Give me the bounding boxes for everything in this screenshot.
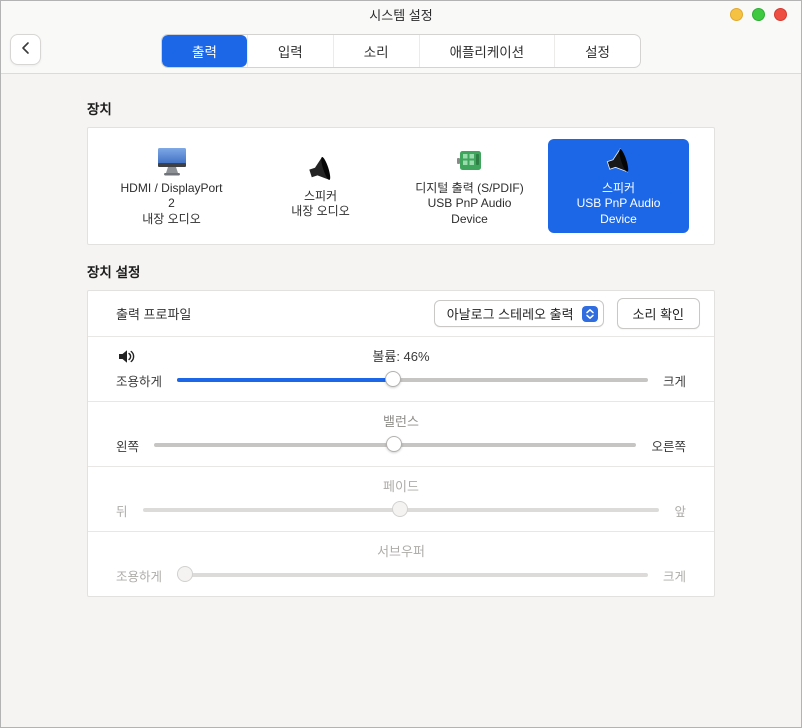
speaker-icon — [306, 153, 336, 187]
device-card-spdif[interactable]: 디지털 출력 (S/PDIF) USB PnP Audio Device — [399, 139, 540, 233]
subwoofer-title-line: 서브우퍼 — [116, 541, 686, 562]
speaker-icon — [604, 145, 634, 179]
device-label-line: 내장 오디오 — [291, 204, 350, 220]
tab-applications[interactable]: 애플리케이션 — [419, 35, 555, 67]
device-label-line: USB PnP Audio — [577, 196, 661, 212]
tab-settings[interactable]: 설정 — [554, 35, 640, 67]
device-label-line: Device — [451, 212, 488, 228]
devices-heading: 장치 — [87, 98, 715, 118]
tab-output[interactable]: 출력 — [162, 35, 247, 67]
fade-title-line: 페이드 — [116, 476, 686, 497]
subwoofer-max-label: 크게 — [663, 566, 686, 585]
balance-slider-line: 왼쪽 오른쪽 — [116, 435, 686, 455]
digital-output-icon — [455, 145, 485, 179]
tab-group: 출력 입력 소리 애플리케이션 설정 — [161, 34, 641, 68]
subwoofer-min-label: 조용하게 — [116, 566, 162, 585]
slider-track — [177, 573, 648, 577]
balance-left-label: 왼쪽 — [116, 436, 139, 455]
device-label-line: 2 — [168, 196, 175, 212]
dropdown-selected-value: 아날로그 스테레오 출력 — [447, 304, 574, 323]
system-settings-window: 시스템 설정 출력 입력 소리 애플리케이션 설정 장치 — [0, 0, 802, 728]
subwoofer-title: 서브우퍼 — [377, 544, 425, 559]
monitor-icon — [154, 145, 190, 179]
slider-thumb[interactable] — [385, 371, 401, 387]
device-label-line: Device — [600, 212, 637, 228]
device-label-line: 스피커 — [304, 189, 337, 205]
fade-back-label: 뒤 — [116, 501, 128, 520]
maximize-button[interactable] — [752, 8, 765, 21]
fade-title: 페이드 — [383, 479, 419, 494]
back-button[interactable] — [10, 34, 41, 65]
device-label-line: 스피커 — [602, 181, 635, 197]
volume-slider[interactable] — [177, 370, 648, 390]
volume-title: 볼륨: 46% — [372, 349, 429, 364]
subwoofer-slider-line: 조용하게 크게 — [116, 565, 686, 585]
volume-row: 볼륨: 46% 조용하게 크게 — [88, 337, 714, 402]
tab-bar: 출력 입력 소리 애플리케이션 설정 — [1, 28, 801, 73]
device-card-hdmi[interactable]: HDMI / DisplayPort 2 내장 오디오 — [101, 139, 242, 233]
titlebar: 시스템 설정 — [1, 1, 801, 28]
slider-thumb[interactable] — [386, 436, 402, 452]
chevron-left-icon — [19, 41, 33, 58]
volume-min-label: 조용하게 — [116, 371, 162, 390]
fade-slider-line: 뒤 앞 — [116, 500, 686, 520]
device-label-line: HDMI / DisplayPort — [120, 181, 222, 197]
device-label-line: 디지털 출력 (S/PDIF) — [415, 181, 524, 197]
close-button[interactable] — [774, 8, 787, 21]
device-label-line: 내장 오디오 — [142, 212, 201, 228]
device-card-speaker-internal[interactable]: 스피커 내장 오디오 — [250, 139, 391, 233]
device-label-line: USB PnP Audio — [428, 196, 512, 212]
output-profile-row: 출력 프로파일 아날로그 스테레오 출력 소리 확인 — [88, 291, 714, 337]
main-content: 장치 HDMI / DisplayPort 2 내장 오디 — [1, 74, 801, 597]
minimize-button[interactable] — [730, 8, 743, 21]
test-sound-button[interactable]: 소리 확인 — [617, 298, 700, 329]
volume-title-line: 볼륨: 46% — [116, 346, 686, 367]
window-header: 시스템 설정 출력 입력 소리 애플리케이션 설정 — [1, 1, 801, 74]
window-title: 시스템 설정 — [369, 5, 432, 24]
fade-row: 페이드 뒤 앞 — [88, 467, 714, 532]
devices-panel: HDMI / DisplayPort 2 내장 오디오 스피커 내장 오디오 — [87, 127, 715, 245]
subwoofer-row: 서브우퍼 조용하게 크게 — [88, 532, 714, 596]
output-profile-dropdown[interactable]: 아날로그 스테레오 출력 — [434, 300, 604, 327]
balance-right-label: 오른쪽 — [651, 436, 686, 455]
tab-input[interactable]: 입력 — [247, 35, 333, 67]
balance-row: 밸런스 왼쪽 오른쪽 — [88, 402, 714, 467]
fade-front-label: 앞 — [674, 501, 686, 520]
device-settings-panel: 출력 프로파일 아날로그 스테레오 출력 소리 확인 — [87, 290, 715, 597]
slider-thumb — [177, 566, 193, 582]
volume-max-label: 크게 — [663, 371, 686, 390]
slider-thumb — [392, 501, 408, 517]
volume-slider-line: 조용하게 크게 — [116, 370, 686, 390]
device-settings-heading: 장치 설정 — [87, 261, 715, 281]
slider-fill — [177, 378, 394, 382]
tab-sound[interactable]: 소리 — [333, 35, 419, 67]
balance-title: 밸런스 — [383, 414, 419, 429]
chevron-updown-icon — [582, 306, 598, 322]
volume-icon — [118, 349, 136, 370]
traffic-lights — [730, 8, 787, 21]
device-card-usb-speaker[interactable]: 스피커 USB PnP Audio Device — [548, 139, 689, 233]
output-profile-label: 출력 프로파일 — [116, 304, 421, 323]
fade-slider — [143, 500, 660, 520]
balance-slider[interactable] — [154, 435, 636, 455]
balance-title-line: 밸런스 — [116, 411, 686, 432]
subwoofer-slider — [177, 565, 648, 585]
